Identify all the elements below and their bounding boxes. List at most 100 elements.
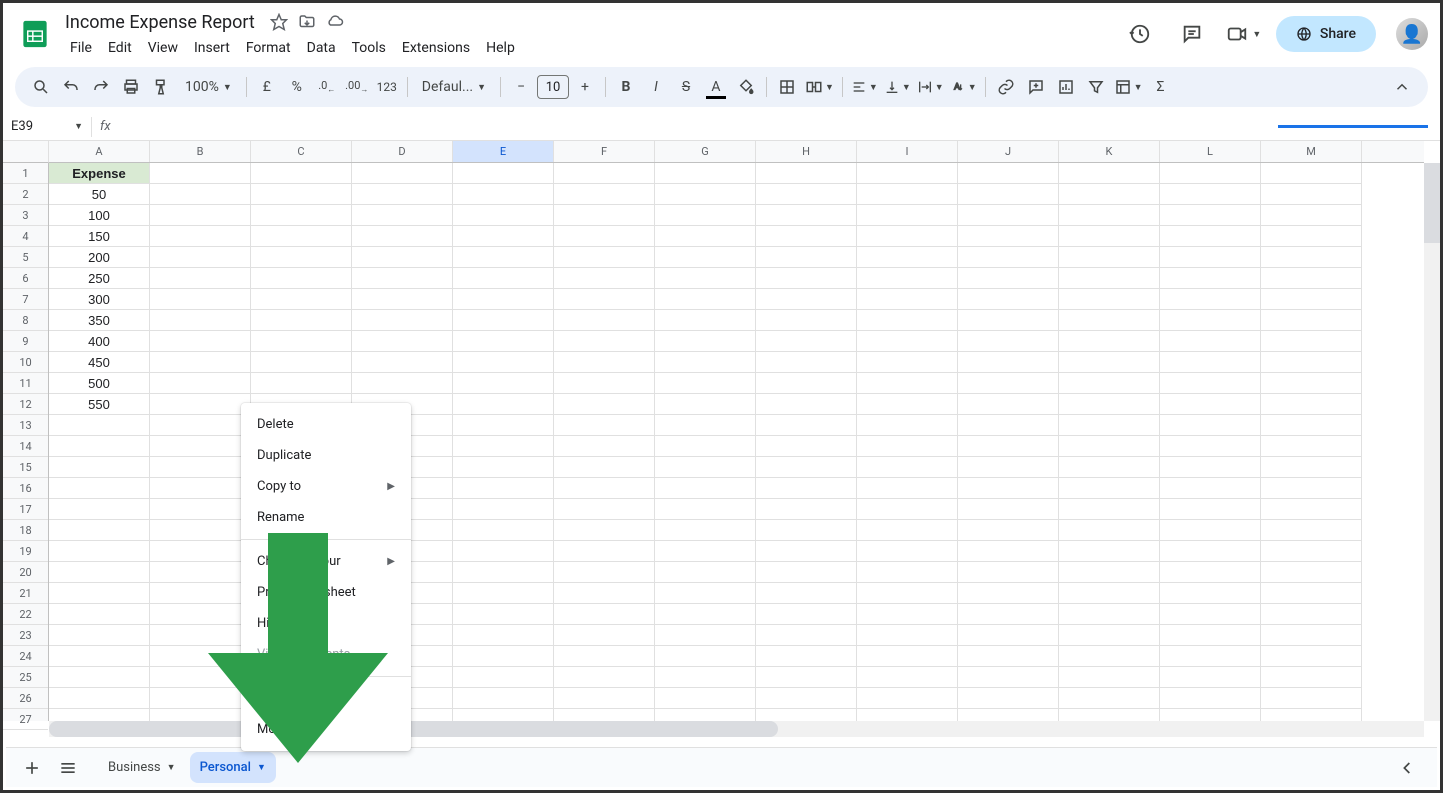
cell-F25[interactable]	[554, 667, 655, 688]
cell-J13[interactable]	[958, 415, 1059, 436]
cell-L14[interactable]	[1160, 436, 1261, 457]
cell-M7[interactable]	[1261, 289, 1362, 310]
ctx-move-right[interactable]: Move right	[241, 683, 411, 714]
cell-A26[interactable]	[49, 688, 150, 709]
cell-D9[interactable]	[352, 331, 453, 352]
cell-I11[interactable]	[857, 373, 958, 394]
cell-G20[interactable]	[655, 562, 756, 583]
cell-G7[interactable]	[655, 289, 756, 310]
merge-cells-button[interactable]: ▼	[803, 73, 836, 101]
cell-E1[interactable]	[453, 163, 554, 184]
cell-J2[interactable]	[958, 184, 1059, 205]
paint-format-button[interactable]	[147, 73, 175, 101]
row-header-22[interactable]: 22	[3, 604, 48, 625]
move-folder-icon[interactable]	[297, 12, 317, 32]
cell-K7[interactable]	[1059, 289, 1160, 310]
cell-A15[interactable]	[49, 457, 150, 478]
cell-A18[interactable]	[49, 520, 150, 541]
cell-L10[interactable]	[1160, 352, 1261, 373]
cell-A13[interactable]	[49, 415, 150, 436]
cell-F5[interactable]	[554, 247, 655, 268]
fontsize-input[interactable]: 10	[537, 75, 569, 99]
row-header-10[interactable]: 10	[3, 352, 48, 373]
text-wrap-button[interactable]: ▼	[915, 73, 946, 101]
cell-E3[interactable]	[453, 205, 554, 226]
cell-J5[interactable]	[958, 247, 1059, 268]
column-header-H[interactable]: H	[756, 141, 857, 162]
cell-G2[interactable]	[655, 184, 756, 205]
cell-G16[interactable]	[655, 478, 756, 499]
cell-K20[interactable]	[1059, 562, 1160, 583]
cell-H21[interactable]	[756, 583, 857, 604]
cell-C9[interactable]	[251, 331, 352, 352]
cell-E20[interactable]	[453, 562, 554, 583]
row-header-13[interactable]: 13	[3, 415, 48, 436]
filter-views-button[interactable]: ▼	[1112, 73, 1145, 101]
cell-L6[interactable]	[1160, 268, 1261, 289]
cell-B9[interactable]	[150, 331, 251, 352]
vertical-scrollbar[interactable]	[1424, 163, 1440, 721]
cell-B6[interactable]	[150, 268, 251, 289]
cell-J18[interactable]	[958, 520, 1059, 541]
row-header-21[interactable]: 21	[3, 583, 48, 604]
cell-H4[interactable]	[756, 226, 857, 247]
cell-K9[interactable]	[1059, 331, 1160, 352]
cell-M8[interactable]	[1261, 310, 1362, 331]
column-header-J[interactable]: J	[958, 141, 1059, 162]
ctx-copy-to[interactable]: Copy to▶	[241, 471, 411, 502]
row-header-24[interactable]: 24	[3, 646, 48, 667]
cell-J14[interactable]	[958, 436, 1059, 457]
cell-I6[interactable]	[857, 268, 958, 289]
cell-I15[interactable]	[857, 457, 958, 478]
cell-C5[interactable]	[251, 247, 352, 268]
cell-C3[interactable]	[251, 205, 352, 226]
cell-J25[interactable]	[958, 667, 1059, 688]
cell-K6[interactable]	[1059, 268, 1160, 289]
cell-E2[interactable]	[453, 184, 554, 205]
cell-A10[interactable]: 450	[49, 352, 150, 373]
cell-L18[interactable]	[1160, 520, 1261, 541]
cell-K2[interactable]	[1059, 184, 1160, 205]
cell-E17[interactable]	[453, 499, 554, 520]
cell-L5[interactable]	[1160, 247, 1261, 268]
cell-L4[interactable]	[1160, 226, 1261, 247]
cell-F6[interactable]	[554, 268, 655, 289]
cell-L17[interactable]	[1160, 499, 1261, 520]
cell-A4[interactable]: 150	[49, 226, 150, 247]
cell-K5[interactable]	[1059, 247, 1160, 268]
cell-H11[interactable]	[756, 373, 857, 394]
currency-button[interactable]: £	[253, 73, 281, 101]
row-header-6[interactable]: 6	[3, 268, 48, 289]
cell-F1[interactable]	[554, 163, 655, 184]
row-header-27[interactable]: 27	[3, 709, 48, 730]
cell-K3[interactable]	[1059, 205, 1160, 226]
cell-F24[interactable]	[554, 646, 655, 667]
cell-I14[interactable]	[857, 436, 958, 457]
cell-M3[interactable]	[1261, 205, 1362, 226]
insert-link-button[interactable]	[992, 73, 1020, 101]
column-header-B[interactable]: B	[150, 141, 251, 162]
cell-A22[interactable]	[49, 604, 150, 625]
cell-B19[interactable]	[150, 541, 251, 562]
cell-M12[interactable]	[1261, 394, 1362, 415]
cell-B20[interactable]	[150, 562, 251, 583]
cell-F4[interactable]	[554, 226, 655, 247]
cell-B11[interactable]	[150, 373, 251, 394]
row-header-14[interactable]: 14	[3, 436, 48, 457]
print-button[interactable]	[117, 73, 145, 101]
cell-G11[interactable]	[655, 373, 756, 394]
cell-E5[interactable]	[453, 247, 554, 268]
share-button[interactable]: Share	[1276, 16, 1376, 52]
cell-H23[interactable]	[756, 625, 857, 646]
cell-B8[interactable]	[150, 310, 251, 331]
row-header-17[interactable]: 17	[3, 499, 48, 520]
cell-J19[interactable]	[958, 541, 1059, 562]
cell-H9[interactable]	[756, 331, 857, 352]
cell-F15[interactable]	[554, 457, 655, 478]
cell-H22[interactable]	[756, 604, 857, 625]
column-header-G[interactable]: G	[655, 141, 756, 162]
row-header-23[interactable]: 23	[3, 625, 48, 646]
cell-J11[interactable]	[958, 373, 1059, 394]
cell-L12[interactable]	[1160, 394, 1261, 415]
cell-H20[interactable]	[756, 562, 857, 583]
